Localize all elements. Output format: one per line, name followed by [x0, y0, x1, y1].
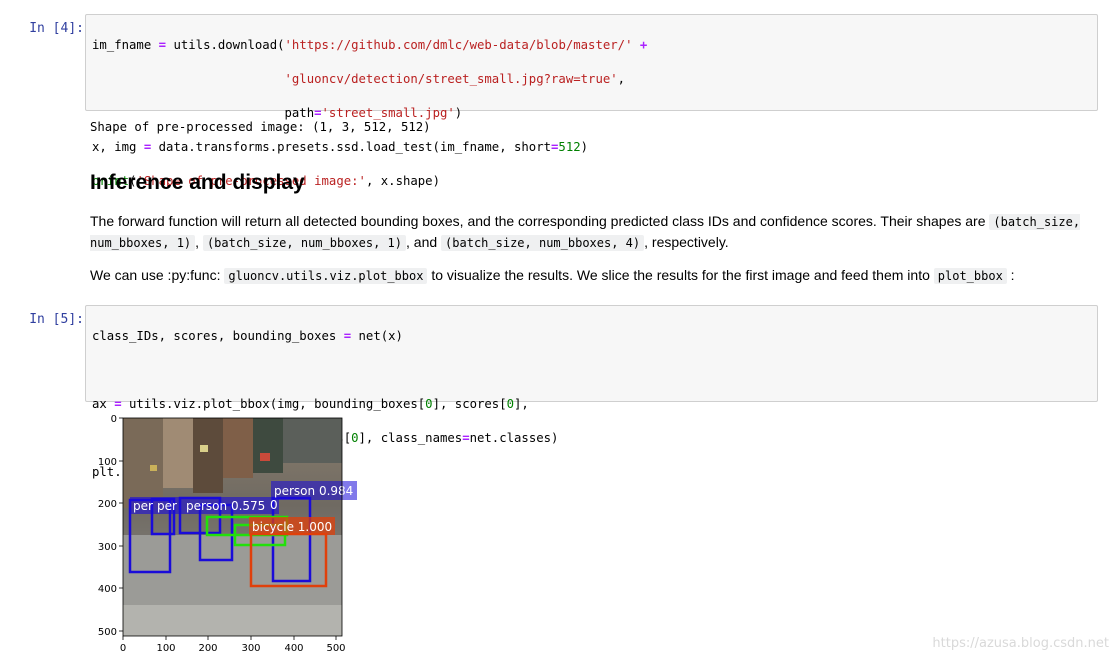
bbox-label: person 0.984	[274, 484, 353, 498]
code-line: 'gluoncv/detection/street_small.jpg?raw=…	[284, 72, 626, 86]
text: to visualize the results. We slice the r…	[427, 267, 934, 283]
bbox-label: 0	[270, 498, 278, 512]
y-tick-label: 200	[98, 499, 117, 510]
x-tick-label: 200	[198, 643, 217, 654]
bbox-plot: per per person 0.575 0 person 0.984 bicy…	[98, 414, 357, 654]
code-line: x, img = data.transforms.presets.ssd.loa…	[92, 140, 589, 154]
y-tick-label: 400	[98, 584, 117, 595]
code-cell-5[interactable]: class_IDs, scores, bounding_boxes = net(…	[85, 305, 1098, 479]
bbox-label: per	[157, 499, 177, 513]
y-tick-label: 0	[111, 414, 117, 425]
y-tick-label: 100	[98, 457, 117, 468]
cell-output-4: Shape of pre-processed image: (1, 3, 512…	[90, 120, 431, 134]
text: :	[1006, 267, 1015, 283]
x-tick-label: 400	[284, 643, 303, 654]
text: ,	[195, 234, 203, 250]
markdown-paragraph-1: The forward function will return all det…	[90, 211, 1100, 253]
x-tick-label: 100	[156, 643, 175, 654]
cell-prompt-4: In [4]:	[29, 21, 84, 36]
markdown-paragraph-2: We can use :py:func: gluoncv.utils.viz.p…	[90, 265, 1100, 286]
inline-code: (batch_size, num_bboxes, 4)	[441, 235, 645, 251]
bbox-label: bicycle 1.000	[252, 520, 332, 534]
text: , and	[406, 234, 442, 250]
watermark: https://azusa.blog.csdn.net	[932, 636, 1109, 651]
code-line: im_fname = utils.download('https://githu…	[92, 38, 648, 52]
text: The forward function will return all det…	[90, 213, 990, 229]
text: , respectively.	[644, 234, 729, 250]
text: We can use :py:func:	[90, 267, 225, 283]
bbox-label: person 0.575	[186, 499, 265, 513]
bbox-label: per	[133, 499, 153, 513]
x-tick-label: 500	[326, 643, 345, 654]
section-heading: Inference and display	[90, 171, 305, 194]
y-tick-label: 300	[98, 542, 117, 553]
inline-code: plot_bbox	[933, 268, 1007, 284]
y-tick-label: 500	[98, 627, 117, 638]
code-cell-4[interactable]: im_fname = utils.download('https://githu…	[85, 14, 1098, 188]
inline-code: gluoncv.utils.viz.plot_bbox	[224, 268, 428, 284]
cell-prompt-5: In [5]:	[29, 312, 84, 327]
code-line: class_IDs, scores, bounding_boxes = net(…	[92, 329, 403, 343]
x-tick-label: 300	[241, 643, 260, 654]
inline-code: (batch_size, num_bboxes, 1)	[202, 235, 407, 251]
x-tick-label: 0	[120, 643, 126, 654]
plot-output: per per person 0.575 0 person 0.984 bicy…	[90, 405, 360, 659]
